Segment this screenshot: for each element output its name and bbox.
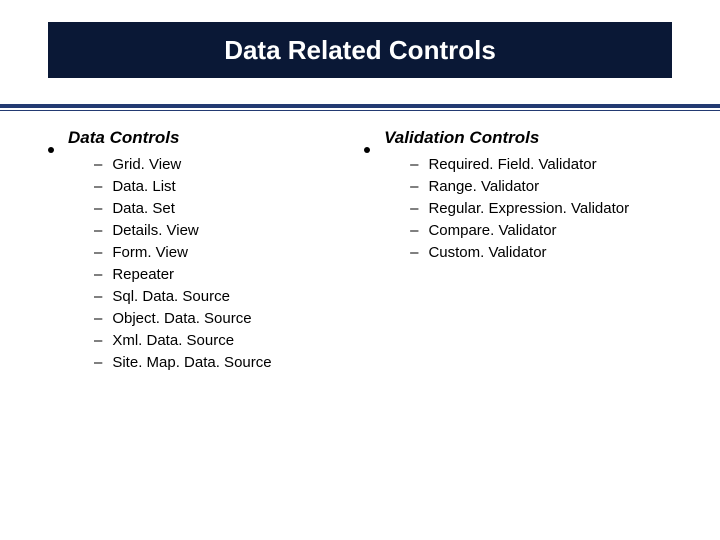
dash-icon: – <box>94 178 102 195</box>
item-text: Data. Set <box>112 200 175 217</box>
list-item: –Details. View <box>94 222 364 239</box>
item-text: Data. List <box>112 178 175 195</box>
dash-icon: – <box>410 244 418 261</box>
item-text: Custom. Validator <box>428 244 546 261</box>
column-data-controls: Data Controls –Grid. View –Data. List –D… <box>48 128 364 520</box>
sublist: –Required. Field. Validator –Range. Vali… <box>410 156 696 261</box>
item-text: Regular. Expression. Validator <box>428 200 629 217</box>
item-text: Details. View <box>112 222 198 239</box>
list-item: –Sql. Data. Source <box>94 288 364 305</box>
dash-icon: – <box>94 244 102 261</box>
list-item: –Regular. Expression. Validator <box>410 200 696 217</box>
dash-icon: – <box>410 178 418 195</box>
item-text: Xml. Data. Source <box>112 332 234 349</box>
dash-icon: – <box>94 266 102 283</box>
dash-icon: – <box>94 354 102 371</box>
list-item: –Form. View <box>94 244 364 261</box>
item-text: Site. Map. Data. Source <box>112 354 271 371</box>
list-item: –Compare. Validator <box>410 222 696 239</box>
dash-icon: – <box>94 310 102 327</box>
dash-icon: – <box>94 156 102 173</box>
list-item: –Range. Validator <box>410 178 696 195</box>
divider-rule <box>0 104 720 108</box>
dash-icon: – <box>94 288 102 305</box>
dash-icon: – <box>94 332 102 349</box>
item-text: Object. Data. Source <box>112 310 251 327</box>
item-text: Repeater <box>112 266 174 283</box>
list-item: –Xml. Data. Source <box>94 332 364 349</box>
list-item: –Data. Set <box>94 200 364 217</box>
dash-icon: – <box>410 200 418 217</box>
list-item: –Repeater <box>94 266 364 283</box>
column-validation-controls: Validation Controls –Required. Field. Va… <box>364 128 696 520</box>
bullet-icon <box>48 147 54 153</box>
column-heading: Data Controls <box>68 128 179 148</box>
dash-icon: – <box>410 222 418 239</box>
list-item: –Site. Map. Data. Source <box>94 354 364 371</box>
list-item: –Required. Field. Validator <box>410 156 696 173</box>
item-text: Form. View <box>112 244 188 261</box>
list-item: –Grid. View <box>94 156 364 173</box>
list-item: –Object. Data. Source <box>94 310 364 327</box>
item-text: Range. Validator <box>428 178 539 195</box>
item-text: Sql. Data. Source <box>112 288 230 305</box>
dash-icon: – <box>94 200 102 217</box>
dash-icon: – <box>410 156 418 173</box>
list-item: –Data. List <box>94 178 364 195</box>
slide-title: Data Related Controls <box>224 35 496 66</box>
item-text: Grid. View <box>112 156 181 173</box>
bullet-row: Validation Controls <box>364 128 696 148</box>
column-heading: Validation Controls <box>384 128 539 148</box>
item-text: Required. Field. Validator <box>428 156 596 173</box>
list-item: –Custom. Validator <box>410 244 696 261</box>
content-area: Data Controls –Grid. View –Data. List –D… <box>48 128 696 520</box>
title-bar: Data Related Controls <box>48 22 672 78</box>
slide: Data Related Controls Data Controls –Gri… <box>0 0 720 540</box>
sublist: –Grid. View –Data. List –Data. Set –Deta… <box>94 156 364 371</box>
bullet-icon <box>364 147 370 153</box>
bullet-row: Data Controls <box>48 128 364 148</box>
item-text: Compare. Validator <box>428 222 556 239</box>
dash-icon: – <box>94 222 102 239</box>
